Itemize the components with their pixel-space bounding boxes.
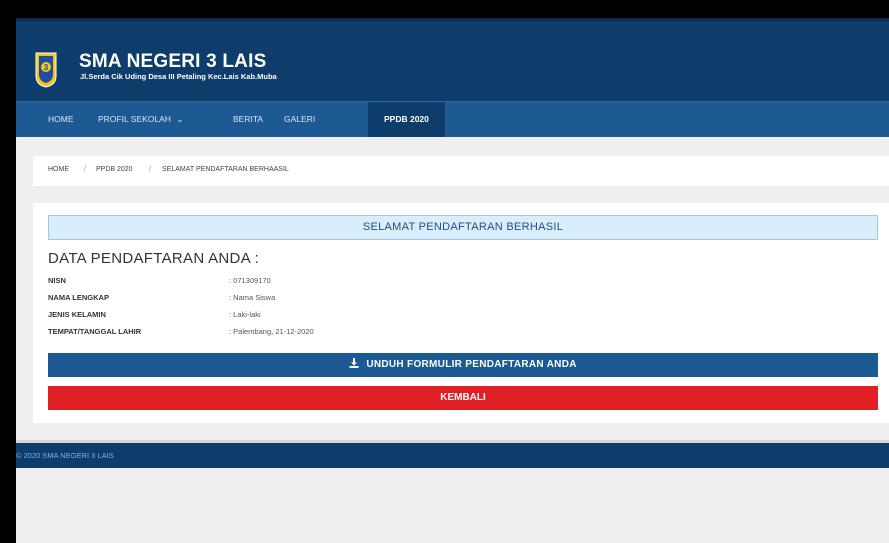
logo-number: 3	[44, 63, 49, 72]
school-name[interactable]: SMA NEGERI 3 LAIS	[79, 51, 266, 73]
field-label: JENIS KELAMIN	[48, 310, 106, 319]
footer-copyright: © 2020 SMA NEGERI 3 LAIS	[16, 451, 114, 460]
nav-berita-label: BERITA	[233, 114, 264, 124]
nav-home-label: HOME	[48, 114, 74, 124]
site-header: 3 SMA NEGERI 3 LAIS Jl.Serda Cik Uding D…	[16, 18, 889, 101]
site-footer: © 2020 SMA NEGERI 3 LAIS	[16, 443, 889, 468]
school-address: Jl.Serda Cik Uding Desa III Petaling Kec…	[80, 72, 277, 81]
success-alert: SELAMAT PENDAFTARAN BERHASIL	[48, 215, 878, 240]
main-navbar: HOME PROFIL SEKOLAH ⌄ BERITA GALERI PPDB…	[16, 101, 889, 137]
field-row-nisn: NISN : 071309170	[48, 276, 648, 288]
field-label: TEMPAT/TANGGAL LAHIR	[48, 327, 142, 336]
download-form-button[interactable]: UNDUH FORMULIR PENDAFTARAN ANDA	[48, 353, 878, 377]
nav-home[interactable]: HOME	[38, 102, 84, 137]
back-button-label: KEMBALI	[440, 392, 486, 403]
field-label: NAMA LENGKAP	[48, 293, 109, 302]
breadcrumb-separator: /	[149, 166, 151, 173]
nav-profil-label: PROFIL SEKOLAH	[98, 114, 171, 124]
nav-ppdb-2020[interactable]: PPDB 2020	[368, 102, 445, 137]
nav-berita[interactable]: BERITA	[223, 102, 273, 137]
field-row-jenis-kelamin: JENIS KELAMIN : Laki-laki	[48, 310, 648, 322]
breadcrumb-separator: /	[84, 166, 86, 173]
section-title: DATA PENDAFTARAN ANDA :	[48, 250, 260, 267]
download-icon	[349, 358, 359, 368]
browser-viewport: 3 SMA NEGERI 3 LAIS Jl.Serda Cik Uding D…	[16, 18, 889, 543]
nav-galeri[interactable]: GALERI	[274, 102, 325, 137]
breadcrumb-home[interactable]: HOME	[48, 166, 69, 173]
breadcrumb-ppdb[interactable]: PPDB 2020	[96, 166, 133, 173]
nav-profil-sekolah[interactable]: PROFIL SEKOLAH ⌄	[88, 102, 193, 137]
window-frame: 3 SMA NEGERI 3 LAIS Jl.Serda Cik Uding D…	[0, 0, 889, 543]
field-value: : Laki-laki	[229, 310, 261, 319]
download-button-label: UNDUH FORMULIR PENDAFTARAN ANDA	[366, 359, 577, 370]
nav-galeri-label: GALERI	[284, 114, 316, 124]
registration-card: SELAMAT PENDAFTARAN BERHASIL DATA PENDAF…	[33, 203, 889, 423]
field-value: : Palembang, 21-12-2020	[229, 327, 314, 336]
field-value: : Nama Siswa	[229, 293, 276, 302]
field-value: : 071309170	[229, 276, 271, 285]
field-label: NISN	[48, 276, 66, 285]
breadcrumb-current: SELAMAT PENDAFTARAN BERHAASIL	[162, 166, 289, 173]
field-row-ttl: TEMPAT/TANGGAL LAHIR : Palembang, 21-12-…	[48, 327, 648, 339]
back-button[interactable]: KEMBALI	[48, 386, 878, 410]
field-row-nama: NAMA LENGKAP : Nama Siswa	[48, 293, 648, 305]
breadcrumb: HOME / PPDB 2020 / SELAMAT PENDAFTARAN B…	[33, 156, 889, 186]
school-logo[interactable]: 3	[35, 52, 57, 88]
nav-ppdb-label: PPDB 2020	[384, 114, 429, 124]
chevron-down-icon: ⌄	[176, 114, 184, 124]
